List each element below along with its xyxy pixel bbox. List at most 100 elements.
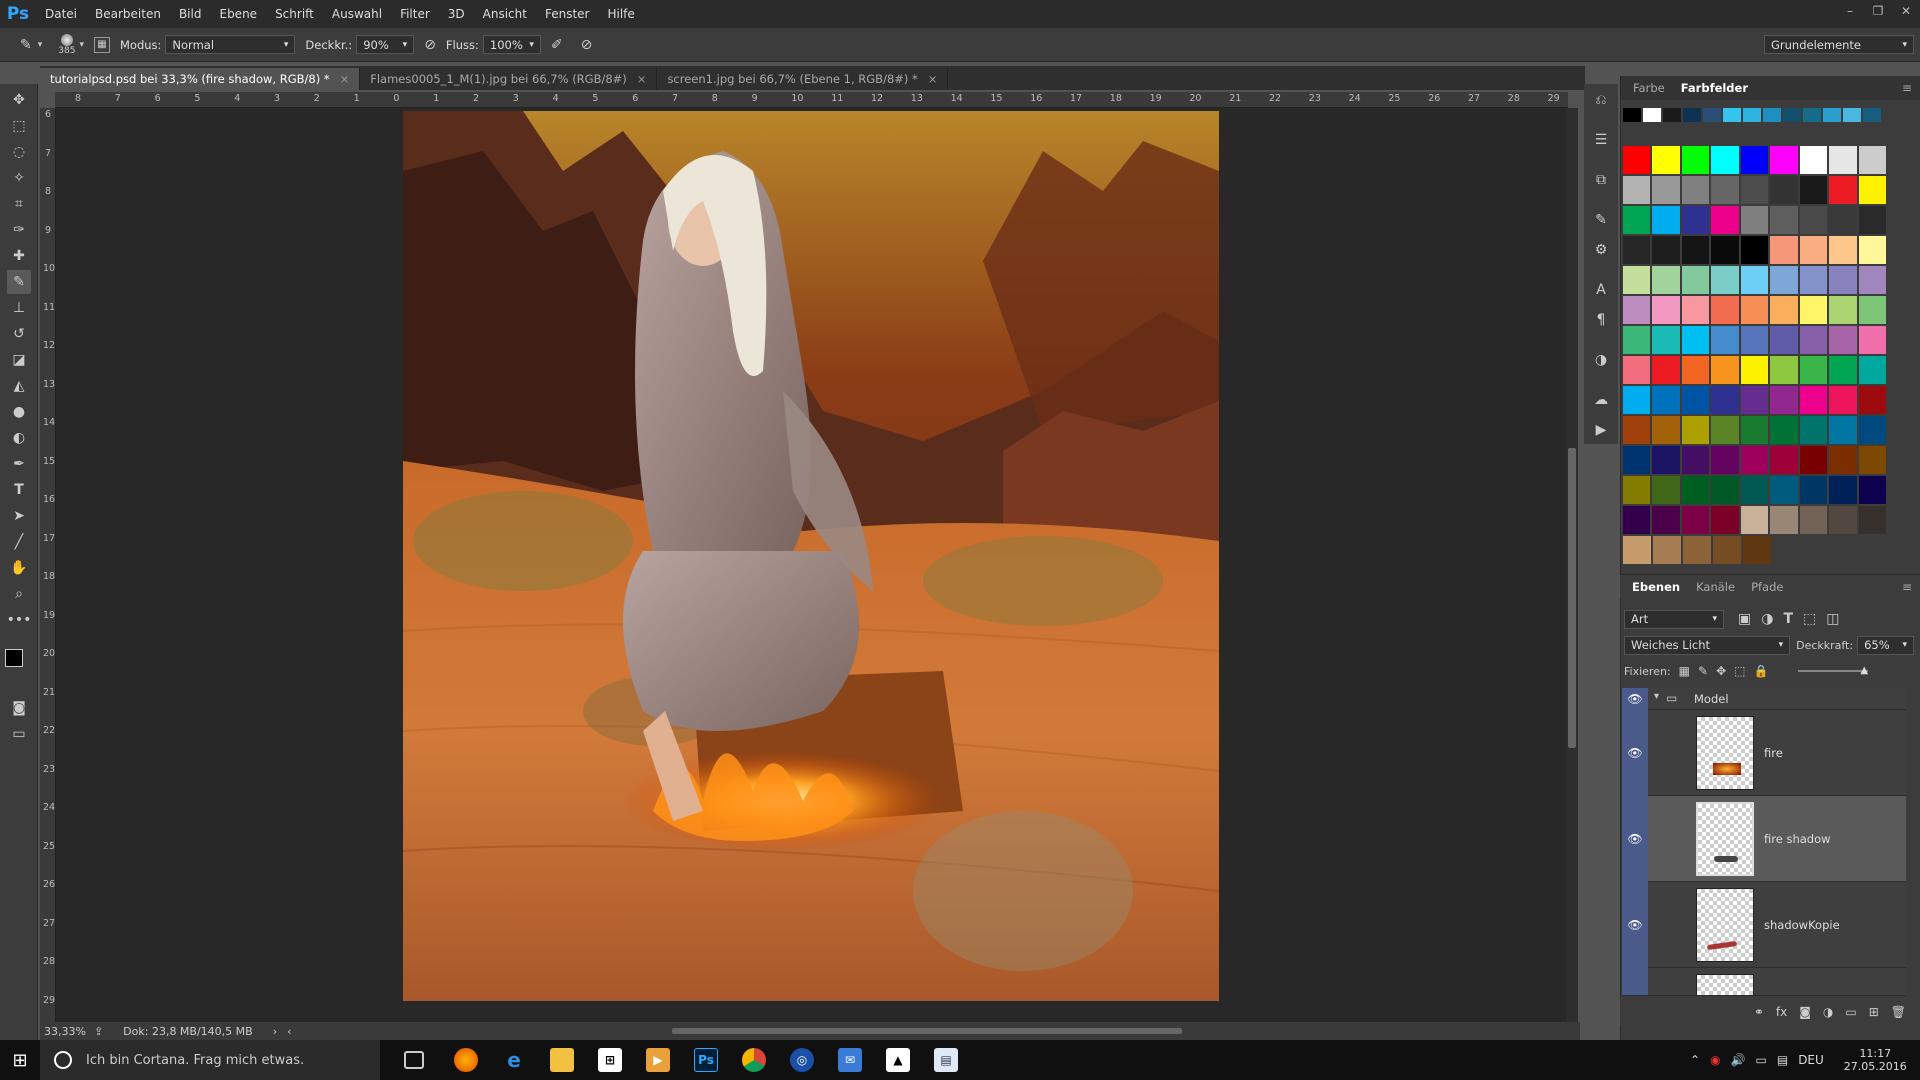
filter-adjustment-icon[interactable]: ◑ [1761,611,1773,627]
firefox-icon[interactable] [454,1048,478,1072]
marquee-tool-icon[interactable]: ⬚ [7,114,31,138]
color-swatch[interactable] [1857,415,1887,445]
photoshop-taskbar-icon[interactable]: Ps [694,1048,718,1072]
menu-ebene[interactable]: Ebene [210,0,266,28]
color-swatch[interactable] [1739,325,1770,355]
tab-flames[interactable]: Flames0005_1_M(1).jpg bei 66,7% (RGB/8#)… [360,68,658,90]
color-swatch[interactable] [1710,385,1740,415]
color-swatch[interactable] [1798,295,1829,325]
color-swatch[interactable] [1722,107,1742,123]
color-swatch[interactable] [1652,535,1682,565]
color-swatch[interactable] [1739,355,1770,385]
filter-shape-icon[interactable]: ⬚ [1803,611,1816,627]
color-swatch[interactable] [1710,205,1740,235]
color-swatch[interactable] [1680,145,1711,175]
close-tab-icon[interactable]: × [340,72,350,86]
cortana-search[interactable]: Ich bin Cortana. Frag mich etwas. [40,1040,380,1080]
color-swatch[interactable] [1622,265,1652,295]
color-swatch[interactable] [1710,415,1740,445]
tab-tutorialpsd[interactable]: tutorialpsd.psd bei 33,3% (fire shadow, … [40,68,361,90]
color-swatch[interactable] [1710,475,1740,505]
color-swatch[interactable] [1739,385,1770,415]
color-swatch[interactable] [1769,295,1799,325]
color-swatch[interactable] [1680,355,1711,385]
paragraph-panel-icon[interactable]: ¶ [1589,308,1613,332]
color-swatch[interactable] [1842,107,1862,123]
history-brush-tool-icon[interactable]: ↺ [7,322,31,346]
color-swatch[interactable] [1710,445,1740,475]
color-swatch[interactable] [1769,175,1799,205]
color-swatch[interactable] [1769,355,1799,385]
color-swatch[interactable] [1828,415,1858,445]
color-swatch[interactable] [1680,295,1711,325]
lock-pixels-icon[interactable]: ✎ [1698,664,1708,678]
color-swatch[interactable] [1662,107,1682,123]
chevron-right-icon[interactable]: › [273,1025,277,1038]
brush-presets-icon[interactable]: ✎ [1589,208,1613,232]
color-swatch[interactable] [1680,325,1711,355]
color-swatch[interactable] [1857,175,1887,205]
menu-bearbeiten[interactable]: Bearbeiten [86,0,170,28]
libraries-icon[interactable]: ☁ [1589,388,1613,412]
color-swatch[interactable] [1857,325,1887,355]
color-swatch[interactable] [1862,107,1882,123]
history-panel-icon[interactable]: ⎌ [1589,88,1613,112]
slider-handle-icon[interactable]: ▲ [1860,665,1868,676]
color-swatch[interactable] [1651,265,1681,295]
color-swatch[interactable] [1710,175,1740,205]
color-swatch[interactable] [1739,205,1770,235]
color-swatch[interactable] [1769,325,1799,355]
pressure-size-icon[interactable]: ⊘ [581,37,593,53]
color-swatch[interactable] [1651,325,1681,355]
new-group-icon[interactable]: ▭ [1845,1005,1856,1019]
close-icon[interactable]: ✕ [1892,0,1920,28]
color-swatch[interactable] [1739,295,1770,325]
color-swatch[interactable] [1739,415,1770,445]
color-swatch[interactable] [1769,145,1799,175]
eye-icon[interactable]: 👁 [1622,688,1648,710]
store-icon[interactable]: ⊞ [598,1048,622,1072]
color-swatch[interactable] [1828,445,1858,475]
color-swatch[interactable] [1739,265,1770,295]
color-swatch[interactable] [1828,265,1858,295]
color-swatch[interactable] [1857,295,1887,325]
lasso-tool-icon[interactable]: ◌ [7,140,31,164]
restore-icon[interactable]: ❐ [1864,0,1892,28]
color-swatch[interactable] [1642,107,1662,123]
color-swatch[interactable] [1710,325,1740,355]
file-explorer-icon[interactable] [550,1048,574,1072]
export-icon[interactable]: ⇪ [94,1025,103,1038]
menu-auswahl[interactable]: Auswahl [323,0,391,28]
color-swatch[interactable] [1828,175,1858,205]
move-tool-icon[interactable]: ✥ [7,88,31,112]
color-swatch[interactable] [1739,175,1770,205]
volume-icon[interactable]: 🔊 [1731,1053,1746,1067]
color-swatch[interactable] [1622,355,1652,385]
color-swatch[interactable] [1798,385,1829,415]
color-swatch[interactable] [1742,535,1772,565]
color-swatch[interactable] [1680,385,1711,415]
menu-3d[interactable]: 3D [439,0,474,28]
menu-ansicht[interactable]: Ansicht [474,0,536,28]
color-swatch[interactable] [1798,265,1829,295]
color-swatch[interactable] [1857,265,1887,295]
vertical-scrollbar[interactable] [1566,108,1578,1026]
filter-type-icon[interactable]: T [1783,611,1793,627]
notification-icon[interactable]: ▤ [1777,1053,1788,1067]
color-swatch[interactable] [1739,445,1770,475]
hand-tool-icon[interactable]: ✋ [7,556,31,580]
color-swatch[interactable] [1857,445,1887,475]
color-swatch[interactable] [1782,107,1802,123]
foreground-color-swatch[interactable] [5,649,23,667]
color-swatch[interactable] [1798,475,1829,505]
color-swatch[interactable] [1622,295,1652,325]
lock-position-icon[interactable]: ✥ [1716,664,1726,678]
color-swatch[interactable] [1651,145,1681,175]
color-swatch[interactable] [1651,475,1681,505]
tab-ebenen[interactable]: Ebenen [1624,580,1688,594]
color-swatch[interactable] [1739,235,1770,265]
color-swatch[interactable] [1622,505,1652,535]
color-swatch[interactable] [1769,235,1799,265]
opacity-input[interactable]: 90% ▾ [356,35,415,54]
document-icon[interactable]: ▤ [934,1048,958,1072]
